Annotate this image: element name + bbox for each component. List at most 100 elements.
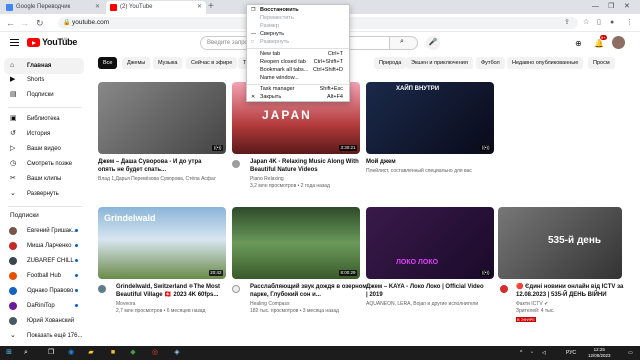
video-thumbnail[interactable]: Grindelwald 20:42 xyxy=(98,207,226,279)
sidebar-item-shorts[interactable]: ▶ Shorts xyxy=(0,72,84,88)
chrome-icon[interactable]: ◎ xyxy=(150,348,160,358)
video-channel[interactable]: AQUANEON, LERA, Bojan и другие исполните… xyxy=(366,301,484,308)
edge-icon[interactable]: ◉ xyxy=(66,348,76,358)
youtube-logo-icon[interactable] xyxy=(27,38,40,47)
video-channel[interactable]: Moveora xyxy=(116,301,234,308)
video-title[interactable]: Джем – KAYA - Локо Локо | Official Video… xyxy=(366,283,484,299)
video-meta: Плейлист, составленный специально для ва… xyxy=(366,168,472,174)
hamburger-menu-icon[interactable] xyxy=(10,39,19,46)
subscription-item[interactable]: Юрий Хованский xyxy=(0,313,84,329)
star-icon[interactable]: ☆ xyxy=(583,18,589,28)
sidebar-item-expand[interactable]: ⌄ Развернуть xyxy=(0,186,84,202)
windows-start-icon[interactable]: ⊞ xyxy=(4,348,14,358)
forward-icon[interactable]: → xyxy=(20,17,29,29)
sidepanel-icon[interactable]: ▯ xyxy=(597,18,601,28)
subscription-item[interactable]: Football Hub xyxy=(0,268,84,284)
video-channel[interactable]: Healing Compass xyxy=(250,301,368,308)
menu-item-bookmark-all[interactable]: Bookmark all tabs... Ctrl+Shift+D xyxy=(247,67,349,74)
video-thumbnail[interactable]: ЛОКО ЛОКО ((•)) xyxy=(366,207,494,279)
tab-youtube[interactable]: (2) YouTube ✕ xyxy=(106,1,206,14)
channel-avatar[interactable] xyxy=(500,285,508,293)
chip[interactable]: Музыка xyxy=(153,57,183,69)
close-tab-icon[interactable]: ✕ xyxy=(95,1,100,14)
network-icon[interactable]: ◔ xyxy=(530,346,533,360)
share-icon[interactable]: ⇪ xyxy=(564,18,570,28)
account-avatar[interactable] xyxy=(612,36,625,49)
clock[interactable]: 12:25 12/08/2023 xyxy=(588,347,611,359)
app-icon[interactable]: ■ xyxy=(108,348,118,358)
app-icon[interactable]: ◈ xyxy=(172,348,182,358)
video-title[interactable]: Расслабляющий звук дождя в озерном парке… xyxy=(250,283,368,299)
menu-item-reopen-closed-tab[interactable]: Reopen closed tab Ctrl+Shift+T xyxy=(247,59,349,66)
sidebar-item-clips[interactable]: ✂ Ваши клипы xyxy=(0,171,84,187)
channel-avatar[interactable] xyxy=(232,285,240,293)
voice-search-icon[interactable]: 🎤 xyxy=(426,36,440,50)
video-meta: Влад 1,Дарья Перевёзова Суворова, Стёпа … xyxy=(98,176,216,182)
menu-item-name-window[interactable]: Name window... xyxy=(247,75,349,82)
menu-separator xyxy=(247,84,349,85)
sidebar-item-your-videos[interactable]: ▷ Ваши видео xyxy=(0,141,84,157)
minimize-icon[interactable]: — xyxy=(592,0,599,14)
video-thumbnail[interactable]: ((•)) xyxy=(98,82,226,154)
video-channel[interactable]: Факти ICTV ✔ xyxy=(516,301,626,308)
profile-icon[interactable]: ● xyxy=(610,18,614,28)
chip[interactable]: Недавно опубликованные xyxy=(507,57,584,69)
sidebar-item-history[interactable]: ↺ История xyxy=(0,126,84,142)
create-video-icon[interactable]: ⊕ xyxy=(575,39,582,48)
subscription-item[interactable]: ZUBAREF CHILL xyxy=(0,253,84,269)
channel-avatar[interactable] xyxy=(98,285,106,293)
chip[interactable]: Просм xyxy=(588,57,615,69)
video-title[interactable]: Grindelwald, Switzerland ❄The Most Beaut… xyxy=(116,283,234,299)
subscription-item[interactable]: DaRiniTop xyxy=(0,298,84,314)
chip-all[interactable]: Все xyxy=(98,57,118,69)
chip[interactable]: Природа xyxy=(374,57,407,69)
close-tab-icon[interactable]: ✕ xyxy=(197,1,202,14)
youtube-logo-text[interactable]: YouTube xyxy=(42,37,77,47)
video-thumbnail[interactable]: 8:00:29 xyxy=(232,207,360,279)
search-icon[interactable]: ⌕ xyxy=(24,348,38,358)
close-window-icon[interactable]: ✕ xyxy=(624,0,630,14)
video-thumbnail[interactable]: 535-й день xyxy=(498,207,622,279)
video-channel[interactable]: Piano Relaxing xyxy=(250,176,368,183)
video-title[interactable]: Japan 4K - Relaxing Music Along With Bea… xyxy=(250,158,368,174)
notifications-bell-icon[interactable]: 🔔 xyxy=(594,39,604,48)
sidebar-show-more[interactable]: ⌄ Показать ещё 176... xyxy=(0,328,84,344)
subscription-item[interactable]: Миша Ларченко xyxy=(0,238,84,254)
app-icon[interactable]: ◆ xyxy=(128,348,138,358)
tray-chevron-icon[interactable]: ^ xyxy=(520,346,522,360)
task-view-icon[interactable]: ❐ xyxy=(46,348,56,358)
tab-google-translate[interactable]: Google Переводчик ✕ xyxy=(2,1,104,14)
subscription-item[interactable]: Однако Правово xyxy=(0,283,84,299)
video-title[interactable]: Джем – Даша Суворова - И до утра опять н… xyxy=(98,158,216,174)
chip[interactable]: Экшен и приключения xyxy=(406,57,473,69)
sidebar-item-library[interactable]: ▣ Библиотека xyxy=(0,111,84,127)
menu-item-task-manager[interactable]: Task manager Shift+Esc xyxy=(247,86,349,93)
subscription-item[interactable]: Евгений Гришак... xyxy=(0,223,84,239)
sidebar-item-watch-later[interactable]: ◷ Смотреть позже xyxy=(0,156,84,172)
restore-icon[interactable]: ❐ xyxy=(608,0,614,14)
search-button[interactable]: ⌕ xyxy=(390,36,418,50)
chip[interactable]: Джемы xyxy=(122,57,151,69)
file-explorer-icon[interactable]: ▰ xyxy=(86,348,96,358)
reload-icon[interactable]: ↻ xyxy=(36,17,44,29)
menu-item-minimize[interactable]: — Свернуть xyxy=(247,31,349,38)
menu-item-new-tab[interactable]: New tab Ctrl+T xyxy=(247,51,349,58)
language-indicator[interactable]: РУС xyxy=(566,346,576,360)
close-icon: ✕ xyxy=(251,94,256,100)
menu-item-close[interactable]: ✕ Закрыть Alt+F4 xyxy=(247,94,349,101)
mix-icon: ((•)) xyxy=(480,145,491,151)
video-title[interactable]: 🔴 Єдині новини онлайн від ICTV за 12.08.… xyxy=(516,283,626,299)
video-thumbnail[interactable]: ХАЙП ВНУТРИ ((•)) xyxy=(366,82,494,154)
chip[interactable]: Сейчас в эфире xyxy=(186,57,238,69)
chip[interactable]: Футбол xyxy=(476,57,505,69)
channel-avatar[interactable] xyxy=(232,160,240,168)
clock-date: 12/08/2023 xyxy=(588,353,611,358)
volume-icon[interactable]: ◁ xyxy=(542,346,546,360)
sidebar-item-subscriptions[interactable]: ▤ Подписки xyxy=(0,87,84,103)
menu-item-restore[interactable]: ❐ Восстановить xyxy=(247,7,349,14)
notifications-icon[interactable]: ▭ xyxy=(628,346,633,360)
menu-icon[interactable]: ⋮ xyxy=(626,18,633,28)
new-tab-button[interactable]: + xyxy=(208,0,214,14)
minimize-icon: — xyxy=(251,31,256,37)
back-icon[interactable]: ← xyxy=(6,17,15,29)
